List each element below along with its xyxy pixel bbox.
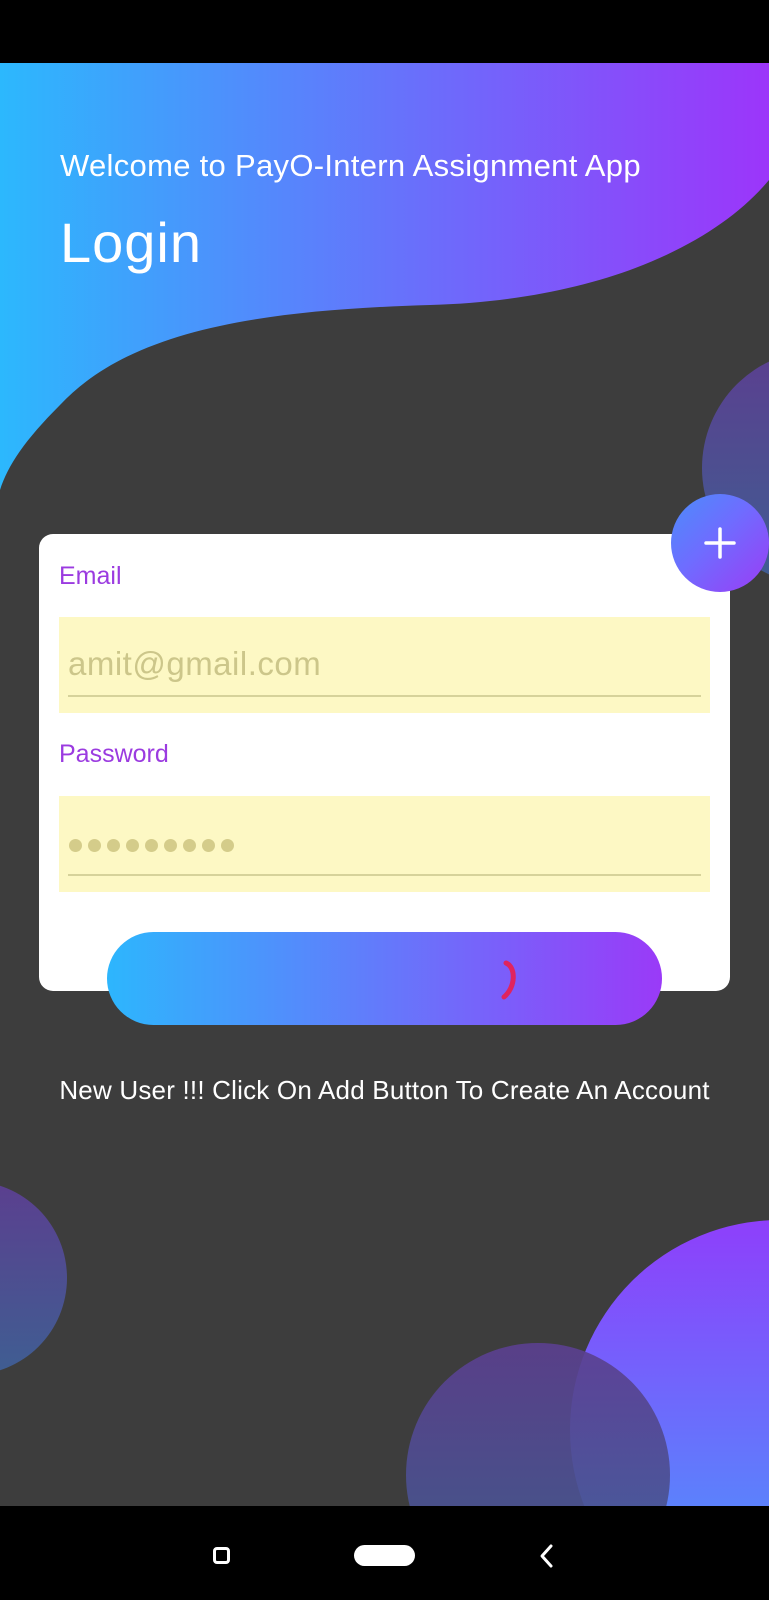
login-card: Email amit@gmail.com Password — [39, 534, 730, 991]
email-underline — [68, 695, 701, 697]
status-bar — [0, 0, 769, 63]
pill-icon[interactable] — [354, 1545, 415, 1566]
add-account-button[interactable] — [671, 494, 769, 592]
password-underline — [68, 874, 701, 876]
navigation-bar — [0, 1506, 769, 1600]
spinner-icon — [501, 960, 516, 1000]
top-wave — [0, 63, 769, 490]
password-dot — [69, 839, 82, 852]
password-dot — [145, 839, 158, 852]
email-field[interactable]: amit@gmail.com — [59, 617, 710, 713]
welcome-text: Welcome to PayO-Intern Assignment App — [60, 148, 641, 183]
password-field[interactable] — [59, 796, 710, 892]
password-dot — [164, 839, 177, 852]
email-label: Email — [59, 562, 122, 590]
login-screen: Welcome to PayO-Intern Assignment App Lo… — [0, 0, 769, 1600]
password-label: Password — [59, 740, 169, 768]
chevron-left-icon[interactable] — [537, 1543, 555, 1569]
login-button[interactable] — [107, 932, 662, 1025]
new-user-hint: New User !!! Click On Add Button To Crea… — [59, 1075, 710, 1105]
plus-icon — [704, 527, 736, 559]
password-dot — [88, 839, 101, 852]
password-dot — [221, 839, 234, 852]
page-title: Login — [60, 211, 203, 274]
password-dot — [107, 839, 120, 852]
left-blob — [0, 1185, 67, 1371]
email-placeholder: amit@gmail.com — [68, 645, 322, 682]
password-dot — [183, 839, 196, 852]
password-dot — [202, 839, 215, 852]
square-icon[interactable] — [213, 1547, 230, 1564]
password-dot — [126, 839, 139, 852]
password-mask — [69, 839, 234, 852]
